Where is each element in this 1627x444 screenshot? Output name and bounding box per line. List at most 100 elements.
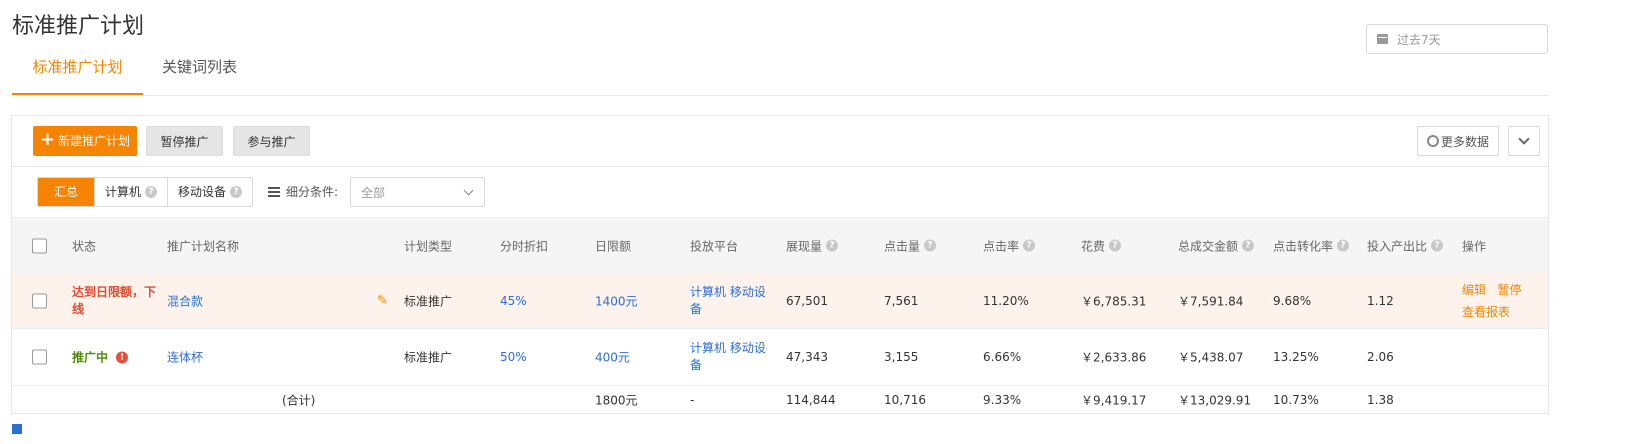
cost-value: ￥2,633.86 [1081,350,1147,365]
segment-summary-label: 汇总 [53,185,78,199]
table-header: 状态 推广计划名称 计划类型 分时折扣 日限额 投放平台 展现量? 点击量? 点… [12,217,1548,273]
row-actions: 编辑 暂停 查看报表 [1462,279,1521,323]
chevron-down-icon [463,185,474,195]
divider [12,166,1548,167]
chevron-down-icon [1518,133,1530,145]
pause-link[interactable]: 暂停 [1497,283,1521,297]
edit-pencil-icon[interactable]: ✎ [377,293,388,308]
gear-icon [1426,135,1439,147]
segment-summary[interactable]: 汇总 [38,178,95,206]
cvr-value: 9.68% [1273,293,1312,308]
status-label: 推广中 [72,350,109,365]
help-icon[interactable]: ? [1109,239,1122,252]
col-cost[interactable]: 花费? [1081,237,1122,254]
discount-link[interactable]: 45% [500,294,527,308]
more-data-label: 更多数据 [1440,134,1489,149]
total-impressions: 114,844 [786,392,836,407]
col-roi-label: 投入产出比 [1367,239,1428,253]
col-impressions[interactable]: 展现量? [786,237,839,254]
col-budget: 日限额 [595,239,632,253]
platform-link[interactable]: 计算机 移动设备 [690,284,772,318]
cvr-value: 13.25% [1273,350,1319,364]
segment-computer[interactable]: 计算机? [95,178,169,206]
col-cvr-label: 点击转化率 [1273,239,1334,253]
col-gmv[interactable]: 总成交金额? [1178,237,1255,254]
tab-keyword-list[interactable]: 关键词列表 [162,40,237,95]
budget-link[interactable]: 1400元 [595,292,638,309]
gmv-value: ￥5,438.07 [1178,350,1244,365]
total-roi: 1.38 [1367,392,1394,407]
impressions-value: 47,343 [786,350,828,364]
help-icon[interactable]: ? [924,239,937,252]
col-cvr[interactable]: 点击转化率? [1273,237,1350,254]
help-icon[interactable]: ? [1337,239,1350,252]
ctr-value: 11.20% [983,293,1029,308]
total-clicks: 10,716 [884,392,926,407]
expand-button[interactable] [1508,126,1540,156]
budget-link[interactable]: 400元 [595,349,630,366]
help-icon[interactable]: ? [826,239,839,252]
select-all-checkbox[interactable] [32,238,47,253]
row-checkbox[interactable] [32,293,47,308]
col-clicks-label: 点击量 [884,239,921,253]
segment-mobile[interactable]: 移动设备? [168,178,252,206]
row-checkbox[interactable] [32,349,47,365]
total-platform: - [690,392,695,407]
col-platform: 投放平台 [690,239,739,253]
join-button[interactable]: 参与推广 [233,126,310,156]
new-plan-button[interactable]: + 新建推广计划 [33,126,137,156]
gmv-value: ￥7,591.84 [1178,294,1244,308]
col-status: 状态 [72,239,97,253]
discount-link[interactable]: 50% [500,350,527,364]
filter-select[interactable]: 全部 [350,177,485,207]
plan-panel: + 新建推广计划 暂停推广 参与推广 更多数据 汇总 计算机? 移动设备? 细分… [11,115,1549,415]
bottom-partial-link[interactable] [12,423,22,435]
tab-bar: 标准推广计划 关键词列表 [12,40,1549,96]
col-impressions-label: 展现量 [786,239,823,253]
help-icon[interactable]: ? [1242,239,1255,252]
table-row: 达到日限额，下线 混合款 ✎ 标准推广 45% 1400元 计算机 移动设备 6… [12,273,1548,329]
pause-button[interactable]: 暂停推广 [146,126,223,156]
new-plan-label: 新建推广计划 [58,134,131,148]
col-discount: 分时折扣 [500,239,549,253]
col-name: 推广计划名称 [167,239,240,253]
total-cost: ￥9,419.17 [1081,393,1147,407]
col-roi[interactable]: 投入产出比? [1367,237,1444,254]
table-row: 推广中! 连体杯 标准推广 50% 400元 计算机 移动设备 47,343 3… [12,329,1548,386]
ctr-value: 6.66% [983,350,1022,364]
total-gmv: ￥13,029.91 [1178,393,1252,407]
table-total-row: (合计) 1800元 - 114,844 10,716 9.33% ￥9,419… [12,386,1548,414]
help-icon[interactable]: ? [145,186,158,198]
clicks-value: 7,561 [884,293,919,308]
plan-name-link[interactable]: 混合款 [167,292,203,309]
total-budget: 1800元 [595,393,638,407]
edit-link[interactable]: 编辑 [1462,283,1486,297]
help-icon[interactable]: ? [1431,239,1444,252]
checkbox-icon [12,424,22,434]
roi-value: 2.06 [1367,350,1394,364]
help-icon[interactable]: ? [1023,239,1036,252]
alert-icon[interactable]: ! [116,351,129,363]
platform-link[interactable]: 计算机 移动设备 [690,340,772,374]
total-ctr: 9.33% [983,392,1022,407]
plus-icon: + [39,129,56,150]
col-type: 计划类型 [404,239,453,253]
filter-label: 细分条件: [268,183,338,200]
filter-label-text: 细分条件: [286,185,339,199]
col-clicks[interactable]: 点击量? [884,237,937,254]
col-cost-label: 花费 [1081,239,1106,253]
page-title: 标准推广计划 [12,14,145,39]
col-ctr[interactable]: 点击率? [983,237,1036,254]
list-icon [268,187,280,197]
col-actions: 操作 [1462,239,1487,253]
tab-standard-plans[interactable]: 标准推广计划 [12,40,143,95]
plan-type: 标准推广 [404,294,453,308]
view-report-link[interactable]: 查看报表 [1462,305,1510,319]
more-data-button[interactable]: 更多数据 [1417,126,1499,156]
impressions-value: 67,501 [786,293,828,308]
help-icon[interactable]: ? [230,186,243,198]
plan-name-link[interactable]: 连体杯 [167,349,203,366]
clicks-value: 3,155 [884,350,919,364]
roi-value: 1.12 [1367,293,1394,308]
status-text: 推广中! [72,349,129,366]
